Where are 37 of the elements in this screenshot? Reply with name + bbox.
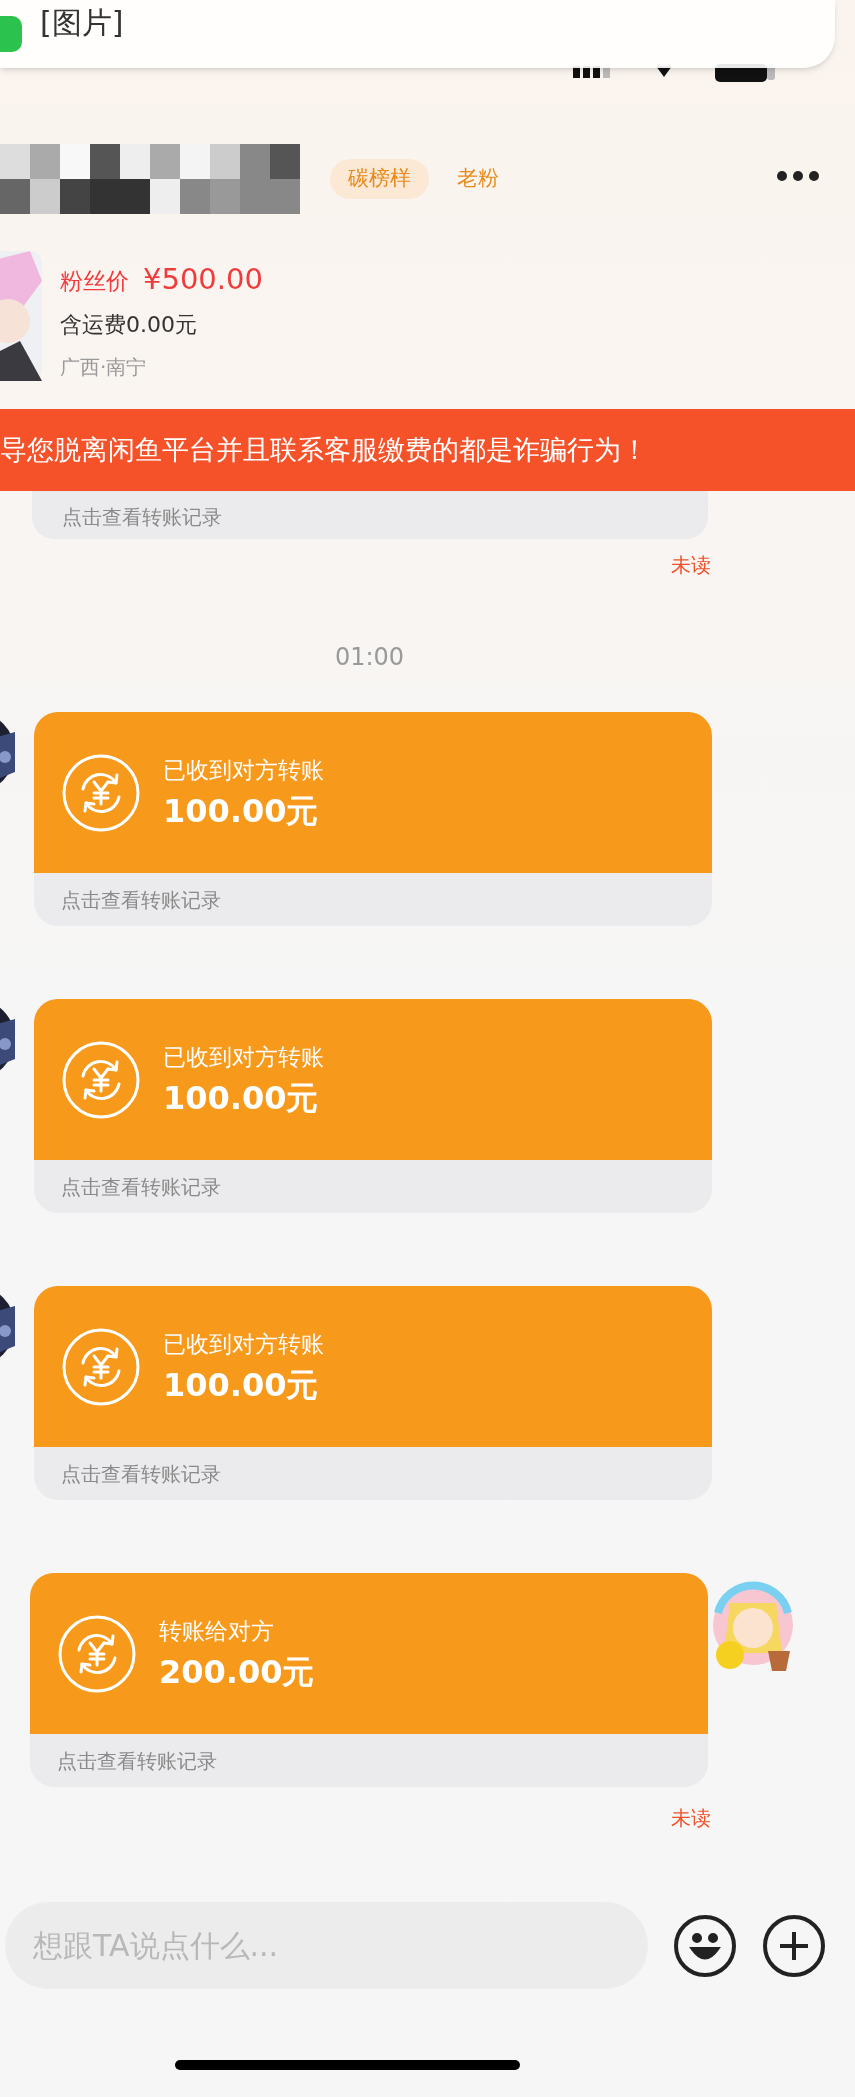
transfer-card[interactable]: 已收到对方转账 100.00元 点击查看转账记录 [34, 1286, 712, 1500]
transfer-card[interactable]: 已收到对方转账 100.00元 点击查看转账记录 [34, 999, 712, 1213]
shipping-text: 含运费0.00元 [60, 311, 198, 339]
transfer-amount: 100.00元 [163, 1364, 320, 1405]
yen-exchange-icon [61, 752, 141, 833]
chat-app-icon [0, 16, 22, 52]
transfer-amount: 200.00元 [159, 1651, 315, 1692]
transfer-title: 转账给对方 [159, 1616, 275, 1646]
transfer-card[interactable]: 已收到对方转账 100.00元 点击查看转账记录 [34, 712, 712, 926]
more-icon[interactable] [776, 170, 820, 182]
view-record-link[interactable]: 点击查看转账记录 [61, 1458, 221, 1489]
transfer-card[interactable]: 转账给对方 200.00元 点击查看转账记录 [30, 1573, 708, 1787]
transfer-title: 已收到对方转账 [163, 1042, 324, 1072]
transfer-amount: 100.00元 [163, 1077, 320, 1118]
view-record-link[interactable]: 点击查看转账记录 [61, 884, 221, 915]
price: ¥500.00 [143, 261, 263, 297]
emoji-icon[interactable] [673, 1913, 737, 1978]
transfer-card-footer[interactable]: 点击查看转账记录 [32, 491, 708, 539]
notification-text: [图片] [40, 5, 124, 41]
price-label: 粉丝价 [60, 267, 129, 296]
warning-text: 导您脱离闲鱼平台并且联系客服缴费的都是诈骗行为！ [0, 432, 648, 467]
user-tag: 碳榜样 [330, 159, 429, 199]
yen-exchange-icon [61, 1326, 141, 1407]
transfer-title: 已收到对方转账 [163, 1329, 324, 1359]
timestamp: 01:00 [334, 645, 405, 669]
location-text: 广西·南宁 [60, 354, 148, 381]
transfer-title: 已收到对方转账 [163, 755, 324, 785]
yen-exchange-icon [57, 1613, 137, 1694]
unread-label: 未读 [671, 553, 711, 577]
view-record-link[interactable]: 点击查看转账记录 [61, 1171, 221, 1202]
yen-exchange-icon [61, 1039, 141, 1120]
notification-banner[interactable]: [图片] [0, 0, 835, 68]
view-record-link[interactable]: 点击查看转账记录 [57, 1745, 217, 1776]
unread-label: 未读 [671, 1806, 711, 1830]
add-icon[interactable] [762, 1913, 826, 1978]
user-tag: 老粉 [457, 163, 499, 195]
transfer-amount: 100.00元 [163, 790, 320, 831]
